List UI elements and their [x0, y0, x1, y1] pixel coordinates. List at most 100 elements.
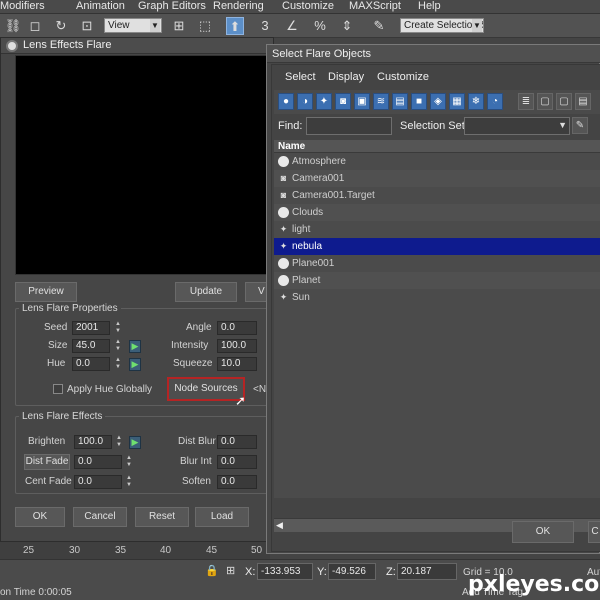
- light-filter-icon[interactable]: ✦: [316, 93, 332, 110]
- hue-key-icon[interactable]: ▶: [129, 358, 141, 371]
- menu-select[interactable]: Select: [285, 71, 316, 83]
- sphere-icon: [278, 258, 289, 269]
- spinner-snap-icon[interactable]: ⇕: [338, 17, 356, 35]
- menu-animation[interactable]: Animation: [76, 0, 125, 13]
- blur-int-field[interactable]: 0.0: [217, 455, 257, 469]
- reference-coord-combo[interactable]: View ▼: [104, 18, 162, 33]
- apply-hue-checkbox[interactable]: [53, 384, 63, 394]
- list-item[interactable]: ◙ Camera001: [274, 170, 600, 187]
- angle-field[interactable]: 0.0: [217, 321, 257, 335]
- menu-customize[interactable]: Customize: [377, 71, 429, 83]
- timeline-ruler[interactable]: 25 30 35 40 45 50: [0, 541, 270, 559]
- seed-spinner[interactable]: ▲ ▼: [114, 321, 122, 335]
- sphere-icon: [278, 207, 289, 218]
- scroll-left-icon[interactable]: ◀: [276, 520, 283, 531]
- edit-selection-set-icon[interactable]: ✎: [572, 117, 588, 134]
- list-item[interactable]: Clouds: [274, 204, 600, 221]
- cancel-button[interactable]: C: [588, 521, 600, 543]
- list-item[interactable]: ◙ Camera001.Target: [274, 187, 600, 204]
- intensity-field[interactable]: 100.0: [217, 339, 257, 353]
- x-coordinate-field[interactable]: -133.953: [257, 563, 313, 580]
- select-all-icon[interactable]: ▢: [537, 93, 553, 110]
- geometry-filter-icon[interactable]: ●: [278, 93, 294, 110]
- dist-fade-field[interactable]: 0.0: [74, 455, 122, 469]
- blur-int-label: Blur Int: [180, 456, 212, 467]
- hue-spinner[interactable]: ▲ ▼: [114, 357, 122, 371]
- hue-field[interactable]: 0.0: [72, 357, 110, 371]
- invert-selection-icon[interactable]: ▤: [575, 93, 591, 110]
- find-input[interactable]: [306, 117, 392, 135]
- menu-help[interactable]: Help: [418, 0, 441, 13]
- load-button[interactable]: Load: [195, 507, 249, 527]
- z-coordinate-field[interactable]: 20.187: [397, 563, 457, 580]
- list-item[interactable]: Plane001: [274, 255, 600, 272]
- cent-fade-field[interactable]: 0.0: [74, 475, 122, 489]
- reset-button[interactable]: Reset: [135, 507, 189, 527]
- selection-set-combo[interactable]: ▼: [464, 117, 570, 135]
- angle-snap-icon[interactable]: ∠: [283, 17, 301, 35]
- list-item-selected[interactable]: ✦ nebula: [274, 238, 600, 255]
- named-selection-combo[interactable]: Create Selection Se ▼: [400, 18, 484, 33]
- container-filter-icon[interactable]: ▦: [449, 93, 465, 110]
- dist-fade-toggle[interactable]: Dist Fade: [24, 454, 70, 470]
- percent-snap-icon[interactable]: %: [311, 17, 329, 35]
- list-item[interactable]: Atmosphere: [274, 153, 600, 170]
- ok-button[interactable]: OK: [15, 507, 65, 527]
- menu-graph-editors[interactable]: Graph Editors: [138, 0, 206, 13]
- brighten-key-icon[interactable]: ▶: [129, 436, 141, 449]
- rotate-icon[interactable]: ↻: [52, 17, 70, 35]
- scale-icon[interactable]: ⊡: [78, 17, 96, 35]
- helper-filter-icon[interactable]: ▣: [354, 93, 370, 110]
- menu-maxscript[interactable]: MAXScript: [349, 0, 401, 13]
- dialog-titlebar[interactable]: Select Flare Objects: [267, 45, 600, 63]
- select-none-icon[interactable]: ▢: [556, 93, 572, 110]
- list-item[interactable]: ✦ light: [274, 221, 600, 238]
- size-spinner[interactable]: ▲ ▼: [114, 339, 122, 353]
- timeline-tick: 35: [115, 545, 127, 556]
- brighten-spinner[interactable]: ▲ ▼: [115, 435, 123, 449]
- frozen-filter-icon[interactable]: ❄: [468, 93, 484, 110]
- menu-rendering[interactable]: Rendering: [213, 0, 264, 13]
- seed-field[interactable]: 2001: [72, 321, 110, 335]
- menu-customize[interactable]: Customize: [282, 0, 334, 13]
- y-coordinate-field[interactable]: -49.526: [328, 563, 376, 580]
- display-list-icon[interactable]: ≣: [518, 93, 534, 110]
- xref-filter-icon[interactable]: ■: [411, 93, 427, 110]
- size-field[interactable]: 45.0: [72, 339, 110, 353]
- list-item[interactable]: ✦ Sun: [274, 289, 600, 306]
- camera-icon: ◙: [280, 173, 287, 183]
- preview-button[interactable]: Preview: [15, 282, 77, 302]
- select-icon[interactable]: ◻: [26, 17, 44, 35]
- ok-button[interactable]: OK: [512, 521, 574, 543]
- select-manipulate-icon[interactable]: ⬚: [196, 17, 214, 35]
- cancel-button[interactable]: Cancel: [73, 507, 127, 527]
- squeeze-field[interactable]: 10.0: [217, 357, 257, 371]
- lock-icon[interactable]: 🔒: [205, 564, 219, 577]
- brighten-field[interactable]: 100.0: [74, 435, 112, 449]
- shape-filter-icon[interactable]: ◑: [297, 93, 313, 110]
- chevron-down-icon: ▼: [472, 19, 482, 32]
- menu-display[interactable]: Display: [328, 71, 364, 83]
- menu-modifiers[interactable]: Modifiers: [0, 0, 45, 13]
- soften-field[interactable]: 0.0: [217, 475, 257, 489]
- size-key-icon[interactable]: ▶: [129, 340, 141, 353]
- named-selection-icon[interactable]: ✎: [370, 17, 388, 35]
- dist-fade-spinner[interactable]: ▲ ▼: [125, 455, 133, 469]
- group-filter-icon[interactable]: ▤: [392, 93, 408, 110]
- snap-3-icon[interactable]: 3: [256, 17, 274, 35]
- link-icon[interactable]: ⛓: [4, 17, 22, 35]
- dist-blur-field[interactable]: 0.0: [217, 435, 257, 449]
- camera-filter-icon[interactable]: ◙: [335, 93, 351, 110]
- hidden-filter-icon[interactable]: ◔: [487, 93, 503, 110]
- snap-toggle-icon[interactable]: ⬆: [226, 17, 244, 35]
- bone-filter-icon[interactable]: ◈: [430, 93, 446, 110]
- absolute-mode-icon[interactable]: ⊞: [226, 564, 235, 577]
- node-sources-button[interactable]: Node Sources: [167, 377, 245, 401]
- spacewarp-filter-icon[interactable]: ≋: [373, 93, 389, 110]
- window-titlebar[interactable]: Lens Effects Flare: [1, 38, 273, 54]
- name-column-header[interactable]: Name: [274, 140, 600, 153]
- cent-fade-spinner[interactable]: ▲ ▼: [125, 475, 133, 489]
- list-item[interactable]: Planet: [274, 272, 600, 289]
- pivot-icon[interactable]: ⊞: [170, 17, 188, 35]
- update-button[interactable]: Update: [175, 282, 237, 302]
